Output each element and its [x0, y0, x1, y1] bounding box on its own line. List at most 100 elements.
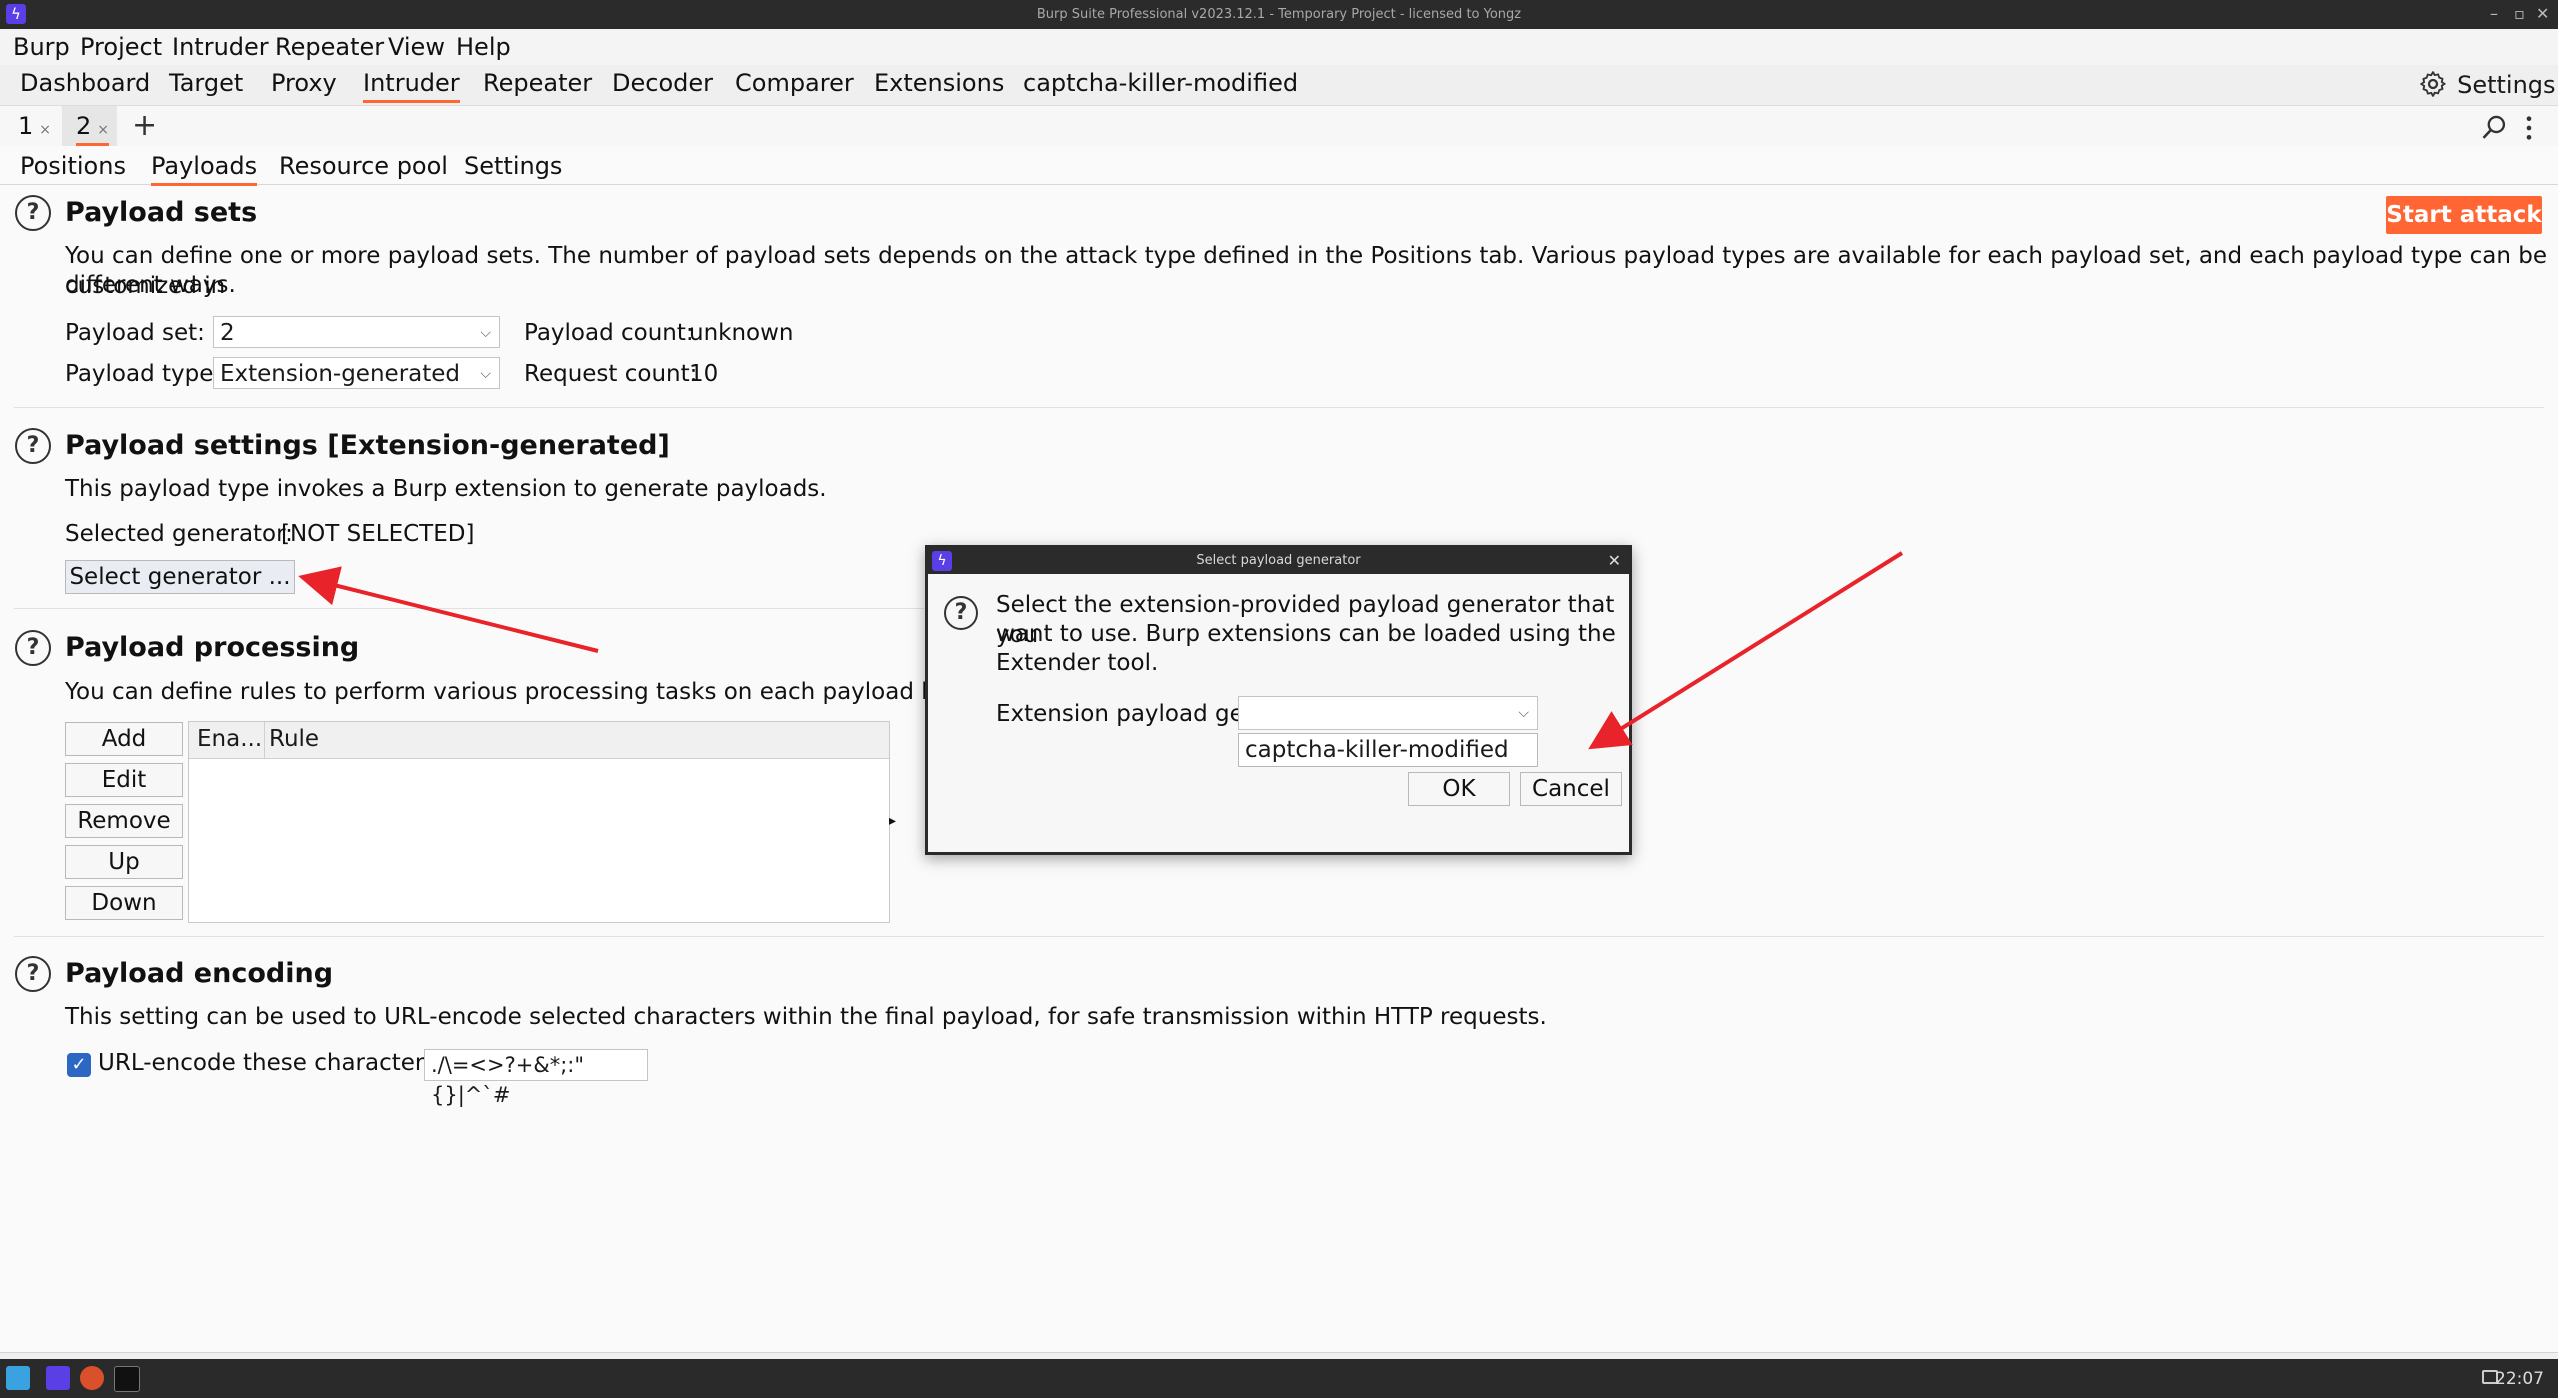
taskbar-clock: 22:07 [2495, 1369, 2544, 1389]
menu-help[interactable]: Help [456, 33, 511, 61]
payload-count-label: Payload count: [524, 320, 694, 346]
url-encode-checkbox[interactable]: ✓ [67, 1053, 91, 1077]
section-divider [14, 608, 924, 609]
title-bar: ϟ Burp Suite Professional v2023.12.1 - T… [0, 0, 2558, 29]
close-icon[interactable]: ✕ [1608, 548, 1621, 574]
tab-proxy[interactable]: Proxy [271, 69, 337, 97]
cancel-button[interactable]: Cancel [1520, 772, 1622, 806]
edit-rule-button[interactable]: Edit [65, 763, 183, 797]
payload-encoding-description: This setting can be used to URL-encode s… [65, 1004, 1547, 1030]
section-title-payload-sets: Payload sets [65, 197, 258, 228]
payload-type-value: Extension-generated [220, 361, 461, 387]
selected-generator-label: Selected generator: [65, 521, 293, 547]
selected-generator-value: [NOT SELECTED] [281, 521, 475, 547]
payload-sets-description-2: different ways. [65, 272, 236, 298]
instance-tab-label: 2 [76, 112, 92, 140]
close-tab-icon[interactable]: × [39, 122, 51, 138]
burp-logo-icon: ϟ [932, 551, 952, 571]
red-arrow-to-generator-option [1588, 551, 1904, 750]
firefox-icon[interactable] [80, 1366, 104, 1390]
processing-rules-table[interactable]: Ena... Rule [188, 721, 890, 923]
start-attack-button[interactable]: Start attack [2386, 196, 2542, 234]
down-rule-button[interactable]: Down [65, 886, 183, 920]
menu-view[interactable]: View [388, 33, 445, 61]
terminal-icon[interactable] [114, 1366, 140, 1392]
help-icon[interactable]: ? [15, 428, 51, 464]
payload-set-select[interactable]: 2 ⌵ [213, 316, 500, 348]
select-generator-button[interactable]: Select generator ... [65, 560, 295, 594]
close-icon[interactable]: ✕ [2536, 4, 2549, 23]
instance-tab-label: 1 [18, 112, 34, 140]
settings-button[interactable]: Settings [2418, 69, 2556, 99]
tab-dashboard[interactable]: Dashboard [20, 69, 150, 97]
menu-burp[interactable]: Burp [13, 33, 70, 61]
kebab-menu-icon[interactable] [2522, 114, 2536, 142]
payload-processing-description: You can define rules to perform various … [65, 679, 996, 705]
section-title-payload-processing: Payload processing [65, 632, 360, 663]
tab-captcha-killer-modified[interactable]: captcha-killer-modified [1023, 69, 1298, 97]
start-menu-icon[interactable] [6, 1366, 30, 1390]
intruder-sub-tabs: Positions Payloads Resource pool Setting… [0, 146, 2558, 186]
taskbar: 22:07 [0, 1359, 2558, 1398]
chevron-down-icon: ⌵ [480, 366, 491, 382]
close-tab-icon[interactable]: × [97, 122, 109, 138]
generator-option-captcha-killer-modified[interactable]: captcha-killer-modified [1238, 733, 1538, 767]
settings-label: Settings [2457, 71, 2556, 99]
intruder-instance-tabs: 1 × 2 × + [0, 106, 2558, 146]
tab-decoder[interactable]: Decoder [612, 69, 713, 97]
tab-target[interactable]: Target [169, 69, 243, 97]
payload-type-label: Payload type: [65, 361, 222, 387]
url-encode-label: URL-encode these characters: [98, 1050, 445, 1076]
maximize-icon[interactable]: ▫ [2514, 4, 2525, 23]
select-payload-generator-dialog: Select payload generator ϟ ✕ ? Select th… [925, 545, 1632, 855]
url-encode-characters-input[interactable]: ./\=<>?+&*;:"{}|^`# [424, 1049, 648, 1107]
dialog-message-3: Extender tool. [996, 650, 1159, 676]
section-title-payload-settings: Payload settings [Extension-generated] [65, 430, 670, 461]
chevron-down-icon: ⌵ [480, 325, 491, 341]
dialog-message-2: want to use. Burp extensions can be load… [996, 621, 1616, 647]
question-icon: ? [944, 596, 978, 630]
subtab-settings[interactable]: Settings [464, 152, 562, 180]
subtab-positions[interactable]: Positions [20, 152, 126, 180]
payload-set-label: Payload set: [65, 320, 205, 346]
help-icon[interactable]: ? [15, 630, 51, 666]
subtab-payloads[interactable]: Payloads [151, 152, 258, 186]
payload-count-value: unknown [689, 320, 794, 346]
column-header-rule[interactable]: Rule [269, 726, 319, 752]
payload-set-value: 2 [220, 320, 235, 346]
subtab-resource-pool[interactable]: Resource pool [279, 152, 448, 180]
generator-select[interactable]: ⌵ [1238, 696, 1538, 730]
menu-repeater[interactable]: Repeater [275, 33, 384, 61]
menu-project[interactable]: Project [80, 33, 162, 61]
tab-repeater[interactable]: Repeater [483, 69, 592, 97]
tab-extensions[interactable]: Extensions [874, 69, 1004, 97]
expand-arrow-icon[interactable]: ▸ [889, 813, 896, 829]
section-divider [14, 407, 2544, 408]
section-divider [14, 936, 2544, 937]
column-separator [264, 722, 265, 758]
section-title-payload-encoding: Payload encoding [65, 958, 334, 989]
up-rule-button[interactable]: Up [65, 845, 183, 879]
add-rule-button[interactable]: Add [65, 722, 183, 756]
request-count-value: 10 [689, 361, 719, 387]
tab-comparer[interactable]: Comparer [735, 69, 854, 97]
request-count-label: Request count: [524, 361, 698, 387]
burp-taskbar-icon[interactable] [46, 1366, 70, 1390]
dialog-title-bar: Select payload generator [928, 548, 1629, 574]
ok-button[interactable]: OK [1408, 772, 1510, 806]
remove-rule-button[interactable]: Remove [65, 804, 183, 838]
new-tab-plus-icon[interactable]: + [132, 108, 157, 143]
payload-settings-description: This payload type invokes a Burp extensi… [65, 476, 827, 502]
main-tab-bar: Dashboard Target Proxy Intruder Repeater… [0, 65, 2558, 106]
tab-intruder[interactable]: Intruder [363, 69, 460, 103]
menu-intruder[interactable]: Intruder [172, 33, 269, 61]
instance-tab-2[interactable]: 2 × [76, 112, 110, 146]
help-icon[interactable]: ? [15, 195, 51, 231]
column-header-enabled[interactable]: Ena... [197, 726, 262, 752]
table-header: Ena... Rule [189, 722, 889, 759]
payload-type-select[interactable]: Extension-generated ⌵ [213, 357, 500, 389]
gear-icon [2420, 71, 2446, 97]
help-icon[interactable]: ? [15, 956, 51, 992]
search-icon[interactable] [2480, 114, 2508, 142]
minimize-icon[interactable]: – [2490, 4, 2498, 23]
